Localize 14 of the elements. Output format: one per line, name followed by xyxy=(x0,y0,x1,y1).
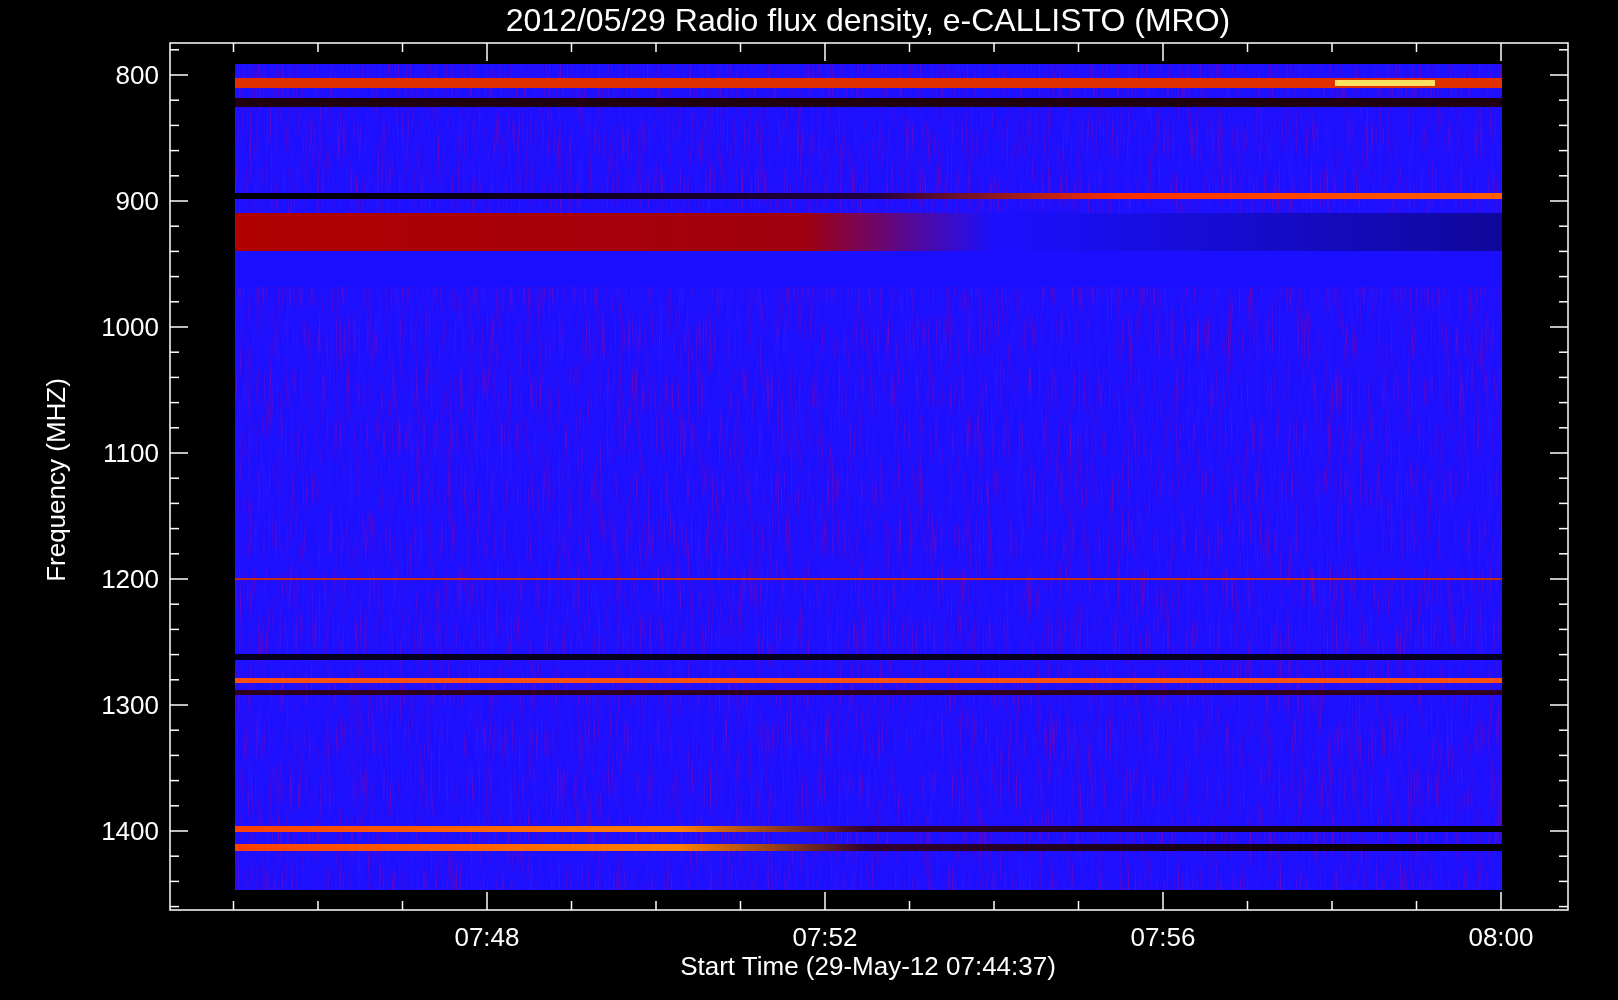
y-tick-label: 900 xyxy=(115,186,159,216)
x-tick-label: 07:48 xyxy=(454,922,520,952)
y-axis-title: Frequency (MHZ) xyxy=(41,378,71,582)
x-tick-label: 07:52 xyxy=(792,922,858,952)
y-tick-label: 800 xyxy=(115,60,159,90)
y-tick-label: 1000 xyxy=(101,312,159,342)
x-tick-label: 07:56 xyxy=(1130,922,1196,952)
x-axis-title: Start Time (29-May-12 07:44:37) xyxy=(680,951,1056,981)
y-tick-label: 1300 xyxy=(101,690,159,720)
y-tick-label: 1100 xyxy=(103,438,159,468)
y-tick-label: 1200 xyxy=(101,564,159,594)
chart-title: 2012/05/29 Radio flux density, e-CALLISTO (MRO) xyxy=(505,2,1231,38)
x-tick-label: 08:00 xyxy=(1468,922,1534,952)
y-tick-label: 1400 xyxy=(101,816,159,846)
